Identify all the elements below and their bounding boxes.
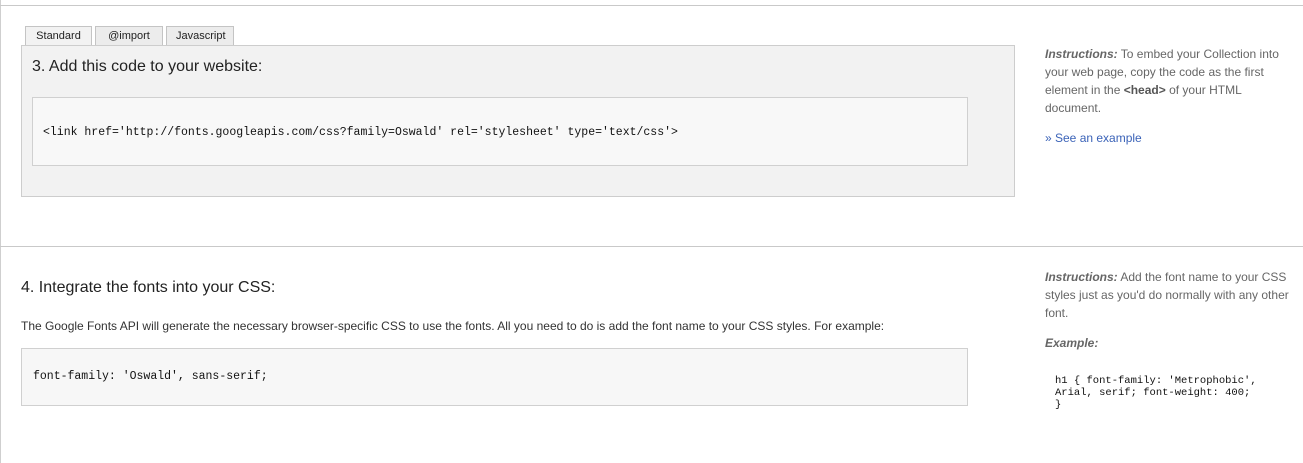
section-divider [0,246,1303,247]
css-instructions: Instructions: Add the font name to your … [1045,268,1290,322]
section-4-title: 4. Integrate the fonts into your CSS: [21,279,276,296]
top-divider [0,5,1303,6]
embed-code-panel: 3. Add this code to your website: <link … [21,45,1015,197]
tab-javascript[interactable]: Javascript [166,26,234,45]
embed-tabs: Standard @import Javascript [25,26,237,46]
embed-code-box[interactable]: <link href='http://fonts.googleapis.com/… [32,97,968,166]
tab-import[interactable]: @import [95,26,163,45]
example-code: h1 { font-family: 'Metrophobic', Arial, … [1055,375,1257,411]
section-4-description: The Google Fonts API will generate the n… [21,319,885,333]
section-3-title: 3. Add this code to your website: [32,58,263,75]
see-example-link[interactable]: » See an example [1045,131,1142,145]
instructions-label: Instructions: [1045,270,1118,284]
instructions-label: Instructions: [1045,47,1118,61]
css-code-box[interactable]: font-family: 'Oswald', sans-serif; [21,348,968,406]
tab-standard[interactable]: Standard [25,26,92,46]
head-tag-text: <head> [1123,83,1166,97]
example-label: Example: [1045,336,1099,350]
embed-instructions: Instructions: To embed your Collection i… [1045,45,1290,117]
